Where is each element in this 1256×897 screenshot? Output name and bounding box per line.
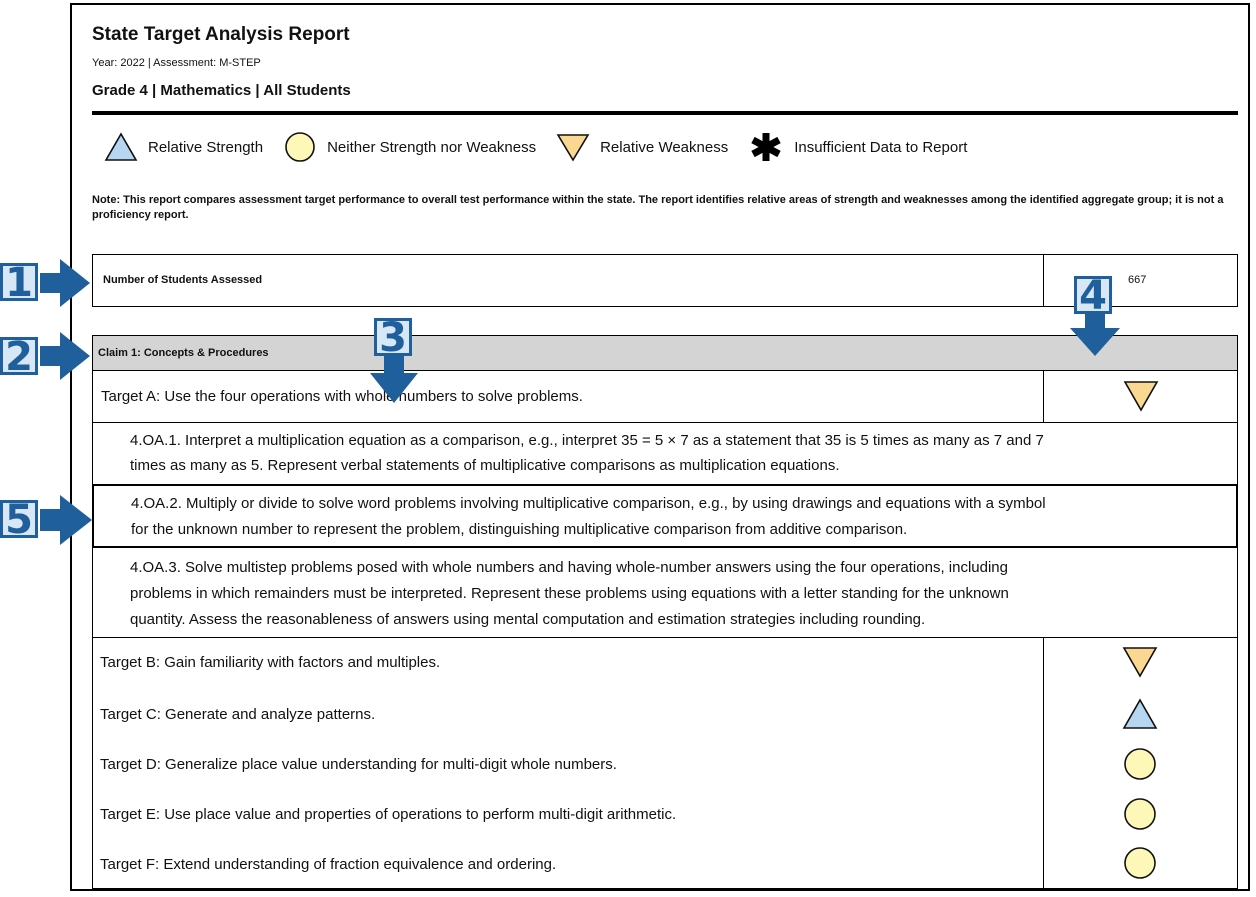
arrow-down-icon (370, 355, 418, 403)
legend-item-strength: Relative Strength (104, 132, 263, 162)
triangle-down-icon (1123, 381, 1159, 412)
target-b-label: Target B: Gain familiarity with factors … (100, 654, 441, 671)
students-assessed-value-cell: 667 (1043, 254, 1238, 307)
legend-label: Relative Strength (148, 138, 264, 156)
standard-4oa2: 4.OA.2. Multiply or divide to solve word… (92, 484, 1238, 548)
arrow-right-icon (40, 495, 92, 545)
legend-label: Relative Weakness (600, 138, 729, 156)
standard-4oa3: 4.OA.3. Solve multistep problems posed w… (92, 547, 1238, 638)
target-d-label: Target D: Generalize place value underst… (100, 756, 617, 773)
standard-line: for the unknown number to represent the … (131, 521, 908, 538)
callout-4: 4 (1074, 276, 1112, 316)
triangle-up-icon (1122, 698, 1158, 729)
target-a-indicator-cell (1043, 370, 1238, 423)
arrow-right-icon (40, 332, 90, 380)
circle-icon (1124, 798, 1156, 830)
standard-4oa1: 4.OA.1. Interpret a multiplication equat… (92, 422, 1238, 485)
legend-item-insufficient: Insufficient Data to Report (748, 131, 967, 163)
callout-1: 1 (0, 263, 38, 303)
arrow-down-icon (1070, 312, 1120, 356)
header-divider (92, 111, 1238, 115)
callout-3: 3 (374, 318, 412, 358)
standard-line: quantity. Assess the reasonableness of a… (130, 611, 926, 628)
report-note: Note: This report compares assessment ta… (92, 194, 1224, 221)
circle-icon (285, 132, 315, 162)
target-f-label: Target F: Extend understanding of fracti… (100, 856, 557, 873)
students-assessed-label-cell: Number of Students Assessed (92, 254, 1044, 307)
students-assessed-value: 667 (1128, 274, 1147, 286)
claim-header: Claim 1: Concepts & Procedures (92, 335, 1238, 371)
target-c-label: Target C: Generate and analyze patterns. (100, 706, 376, 723)
report-meta: Year: 2022 | Assessment: M-STEP (92, 57, 261, 69)
triangle-down-icon (1122, 647, 1158, 678)
legend-label: Insufficient Data to Report (794, 138, 968, 156)
report-subtitle: Grade 4 | Mathematics | All Students (92, 82, 351, 99)
standard-line: times as many as 5. Represent verbal sta… (130, 457, 840, 474)
legend-item-neither: Neither Strength nor Weakness (283, 131, 536, 163)
report-title: State Target Analysis Report (92, 24, 350, 45)
callout-5: 5 (0, 500, 38, 540)
target-e-label: Target E: Use place value and properties… (100, 806, 677, 823)
circle-icon (1124, 847, 1156, 879)
legend-label: Neither Strength nor Weakness (327, 138, 537, 156)
arrow-right-icon (40, 259, 90, 307)
callout-2: 2 (0, 337, 38, 377)
legend-item-weakness: Relative Weakness (556, 132, 728, 162)
asterisk-icon (751, 133, 781, 161)
legend: Relative Strength Neither Strength nor W… (104, 132, 987, 162)
claim-label: Claim 1: Concepts & Procedures (98, 347, 269, 359)
standard-line: 4.OA.2. Multiply or divide to solve word… (131, 495, 1046, 512)
target-a-row: Target A: Use the four operations with w… (92, 370, 1044, 423)
standard-line: problems in which remainders must be int… (130, 585, 1009, 602)
target-a-label: Target A: Use the four operations with w… (101, 388, 583, 405)
triangle-up-icon (104, 132, 138, 161)
circle-icon (1124, 748, 1156, 780)
standard-line: 4.OA.1. Interpret a multiplication equat… (130, 432, 1044, 449)
triangle-down-icon (556, 134, 590, 162)
standard-line: 4.OA.3. Solve multistep problems posed w… (130, 559, 1008, 576)
students-assessed-label: Number of Students Assessed (103, 274, 263, 286)
